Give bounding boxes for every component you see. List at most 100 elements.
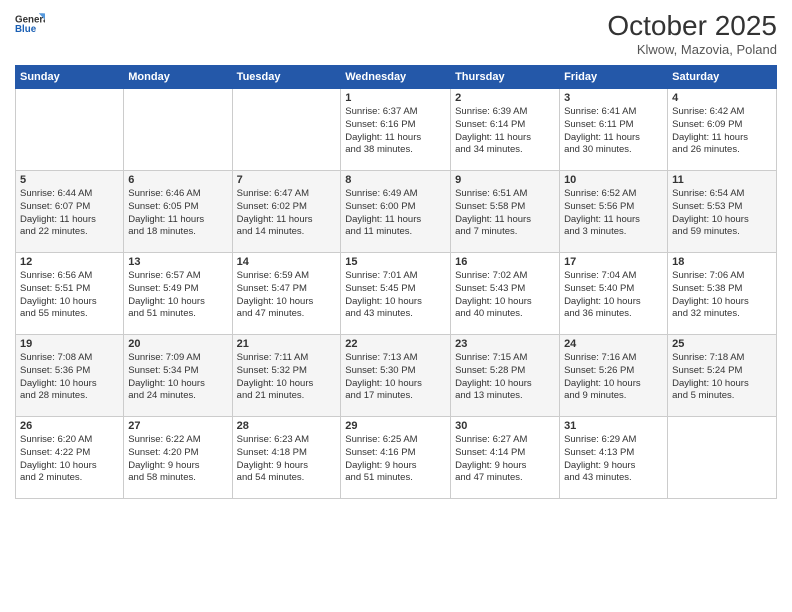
day-info: Sunrise: 7:08 AMSunset: 5:36 PMDaylight:… bbox=[20, 352, 119, 403]
calendar-cell bbox=[668, 417, 777, 499]
day-number: 8 bbox=[345, 174, 446, 186]
day-number: 12 bbox=[20, 256, 119, 268]
calendar-cell: 21Sunrise: 7:11 AMSunset: 5:32 PMDayligh… bbox=[232, 335, 341, 417]
calendar-cell: 19 Sunrise: 7:08 AMSunset: 5:36 PMDayligh… bbox=[16, 335, 124, 417]
page-header: General Blue October 2025 Klwow, Mazovia… bbox=[15, 10, 777, 57]
day-info: Sunrise: 6:41 AMSunset: 6:11 PMDaylight:… bbox=[564, 106, 663, 157]
week-row-3: 12Sunrise: 6:56 AMSunset: 5:51 PMDayligh… bbox=[16, 253, 777, 335]
col-monday: Monday bbox=[124, 66, 232, 89]
calendar-cell: 13Sunrise: 6:57 AMSunset: 5:49 PMDayligh… bbox=[124, 253, 232, 335]
day-number: 3 bbox=[564, 92, 663, 104]
day-info: Sunrise: 6:54 AMSunset: 5:53 PMDaylight:… bbox=[672, 188, 772, 239]
day-info: Sunrise: 6:44 AMSunset: 6:07 PMDaylight:… bbox=[20, 188, 119, 239]
col-friday: Friday bbox=[560, 66, 668, 89]
day-info: Sunrise: 7:01 AMSunset: 5:45 PMDaylight:… bbox=[345, 270, 446, 321]
day-info: Sunrise: 7:06 AMSunset: 5:38 PMDaylight:… bbox=[672, 270, 772, 321]
day-number: 7 bbox=[237, 174, 337, 186]
calendar-cell: 7Sunrise: 6:47 AMSunset: 6:02 PMDaylight… bbox=[232, 171, 341, 253]
col-wednesday: Wednesday bbox=[341, 66, 451, 89]
calendar-cell: 27 Sunrise: 6:22 AMSunset: 4:20 PMDayligh… bbox=[124, 417, 232, 499]
calendar-cell: 1 Sunrise: 6:37 AMSunset: 6:16 PMDaylight… bbox=[341, 89, 451, 171]
day-number: 15 bbox=[345, 256, 446, 268]
calendar-cell: 29 Sunrise: 6:25 AMSunset: 4:16 PMDayligh… bbox=[341, 417, 451, 499]
day-number: 18 bbox=[672, 256, 772, 268]
day-info: Sunrise: 7:18 AMSunset: 5:24 PMDaylight:… bbox=[672, 352, 772, 403]
week-row-4: 19 Sunrise: 7:08 AMSunset: 5:36 PMDayligh… bbox=[16, 335, 777, 417]
day-info: Sunrise: 6:42 AMSunset: 6:09 PMDaylight:… bbox=[672, 106, 772, 157]
calendar-cell: 20Sunrise: 7:09 AMSunset: 5:34 PMDayligh… bbox=[124, 335, 232, 417]
calendar-cell: 15 Sunrise: 7:01 AMSunset: 5:45 PMDayligh… bbox=[341, 253, 451, 335]
day-number: 9 bbox=[455, 174, 555, 186]
day-info: Sunrise: 7:02 AMSunset: 5:43 PMDaylight:… bbox=[455, 270, 555, 321]
day-number: 27 bbox=[128, 420, 227, 432]
header-row: Sunday Monday Tuesday Wednesday Thursday… bbox=[16, 66, 777, 89]
day-info: Sunrise: 6:22 AMSunset: 4:20 PMDaylight:… bbox=[128, 434, 227, 485]
logo: General Blue bbox=[15, 10, 45, 40]
calendar-cell: 24 Sunrise: 7:16 AMSunset: 5:26 PMDayligh… bbox=[560, 335, 668, 417]
calendar-cell: 6Sunrise: 6:46 AMSunset: 6:05 PMDaylight… bbox=[124, 171, 232, 253]
day-info: Sunrise: 7:15 AMSunset: 5:28 PMDaylight:… bbox=[455, 352, 555, 403]
day-info: Sunrise: 7:04 AMSunset: 5:40 PMDaylight:… bbox=[564, 270, 663, 321]
calendar-cell: 16Sunrise: 7:02 AMSunset: 5:43 PMDayligh… bbox=[451, 253, 560, 335]
day-number: 14 bbox=[237, 256, 337, 268]
calendar-cell: 8 Sunrise: 6:49 AMSunset: 6:00 PMDaylight… bbox=[341, 171, 451, 253]
logo-icon: General Blue bbox=[15, 10, 45, 40]
day-info: Sunrise: 6:52 AMSunset: 5:56 PMDaylight:… bbox=[564, 188, 663, 239]
calendar-cell: 2 Sunrise: 6:39 AMSunset: 6:14 PMDaylight… bbox=[451, 89, 560, 171]
day-info: Sunrise: 6:23 AMSunset: 4:18 PMDaylight:… bbox=[237, 434, 337, 485]
day-info: Sunrise: 7:11 AMSunset: 5:32 PMDaylight:… bbox=[237, 352, 337, 403]
calendar-cell: 14Sunrise: 6:59 AMSunset: 5:47 PMDayligh… bbox=[232, 253, 341, 335]
day-info: Sunrise: 6:37 AMSunset: 6:16 PMDaylight:… bbox=[345, 106, 446, 157]
day-number: 5 bbox=[20, 174, 119, 186]
calendar-cell: 10 Sunrise: 6:52 AMSunset: 5:56 PMDayligh… bbox=[560, 171, 668, 253]
week-row-5: 26Sunrise: 6:20 AMSunset: 4:22 PMDayligh… bbox=[16, 417, 777, 499]
calendar-cell bbox=[16, 89, 124, 171]
calendar-cell: 22 Sunrise: 7:13 AMSunset: 5:30 PMDayligh… bbox=[341, 335, 451, 417]
calendar-cell: 12Sunrise: 6:56 AMSunset: 5:51 PMDayligh… bbox=[16, 253, 124, 335]
day-number: 29 bbox=[345, 420, 446, 432]
day-number: 23 bbox=[455, 338, 555, 350]
calendar-cell: 4 Sunrise: 6:42 AMSunset: 6:09 PMDaylight… bbox=[668, 89, 777, 171]
svg-text:Blue: Blue bbox=[15, 24, 37, 35]
day-number: 19 bbox=[20, 338, 119, 350]
col-sunday: Sunday bbox=[16, 66, 124, 89]
day-info: Sunrise: 6:25 AMSunset: 4:16 PMDaylight:… bbox=[345, 434, 446, 485]
calendar-table: Sunday Monday Tuesday Wednesday Thursday… bbox=[15, 65, 777, 499]
day-info: Sunrise: 6:29 AMSunset: 4:13 PMDaylight:… bbox=[564, 434, 663, 485]
calendar-cell: 23 Sunrise: 7:15 AMSunset: 5:28 PMDayligh… bbox=[451, 335, 560, 417]
day-info: Sunrise: 7:13 AMSunset: 5:30 PMDaylight:… bbox=[345, 352, 446, 403]
col-saturday: Saturday bbox=[668, 66, 777, 89]
month-title: October 2025 bbox=[607, 10, 777, 42]
day-number: 31 bbox=[564, 420, 663, 432]
day-number: 25 bbox=[672, 338, 772, 350]
day-number: 2 bbox=[455, 92, 555, 104]
day-info: Sunrise: 6:20 AMSunset: 4:22 PMDaylight:… bbox=[20, 434, 119, 485]
calendar-cell: 31 Sunrise: 6:29 AMSunset: 4:13 PMDayligh… bbox=[560, 417, 668, 499]
calendar-cell: 26Sunrise: 6:20 AMSunset: 4:22 PMDayligh… bbox=[16, 417, 124, 499]
calendar-page: General Blue October 2025 Klwow, Mazovia… bbox=[0, 0, 792, 612]
day-number: 17 bbox=[564, 256, 663, 268]
calendar-header: Sunday Monday Tuesday Wednesday Thursday… bbox=[16, 66, 777, 89]
calendar-cell: 18 Sunrise: 7:06 AMSunset: 5:38 PMDayligh… bbox=[668, 253, 777, 335]
day-number: 4 bbox=[672, 92, 772, 104]
day-number: 1 bbox=[345, 92, 446, 104]
day-info: Sunrise: 6:51 AMSunset: 5:58 PMDaylight:… bbox=[455, 188, 555, 239]
title-block: October 2025 Klwow, Mazovia, Poland bbox=[607, 10, 777, 57]
day-info: Sunrise: 6:39 AMSunset: 6:14 PMDaylight:… bbox=[455, 106, 555, 157]
calendar-cell bbox=[124, 89, 232, 171]
day-number: 24 bbox=[564, 338, 663, 350]
day-number: 10 bbox=[564, 174, 663, 186]
calendar-cell bbox=[232, 89, 341, 171]
day-number: 13 bbox=[128, 256, 227, 268]
calendar-cell: 30Sunrise: 6:27 AMSunset: 4:14 PMDayligh… bbox=[451, 417, 560, 499]
day-info: Sunrise: 7:16 AMSunset: 5:26 PMDaylight:… bbox=[564, 352, 663, 403]
day-number: 11 bbox=[672, 174, 772, 186]
calendar-cell: 28Sunrise: 6:23 AMSunset: 4:18 PMDayligh… bbox=[232, 417, 341, 499]
day-info: Sunrise: 6:49 AMSunset: 6:00 PMDaylight:… bbox=[345, 188, 446, 239]
col-thursday: Thursday bbox=[451, 66, 560, 89]
calendar-cell: 5 Sunrise: 6:44 AMSunset: 6:07 PMDaylight… bbox=[16, 171, 124, 253]
calendar-cell: 17 Sunrise: 7:04 AMSunset: 5:40 PMDayligh… bbox=[560, 253, 668, 335]
day-number: 30 bbox=[455, 420, 555, 432]
day-number: 22 bbox=[345, 338, 446, 350]
day-info: Sunrise: 7:09 AMSunset: 5:34 PMDaylight:… bbox=[128, 352, 227, 403]
